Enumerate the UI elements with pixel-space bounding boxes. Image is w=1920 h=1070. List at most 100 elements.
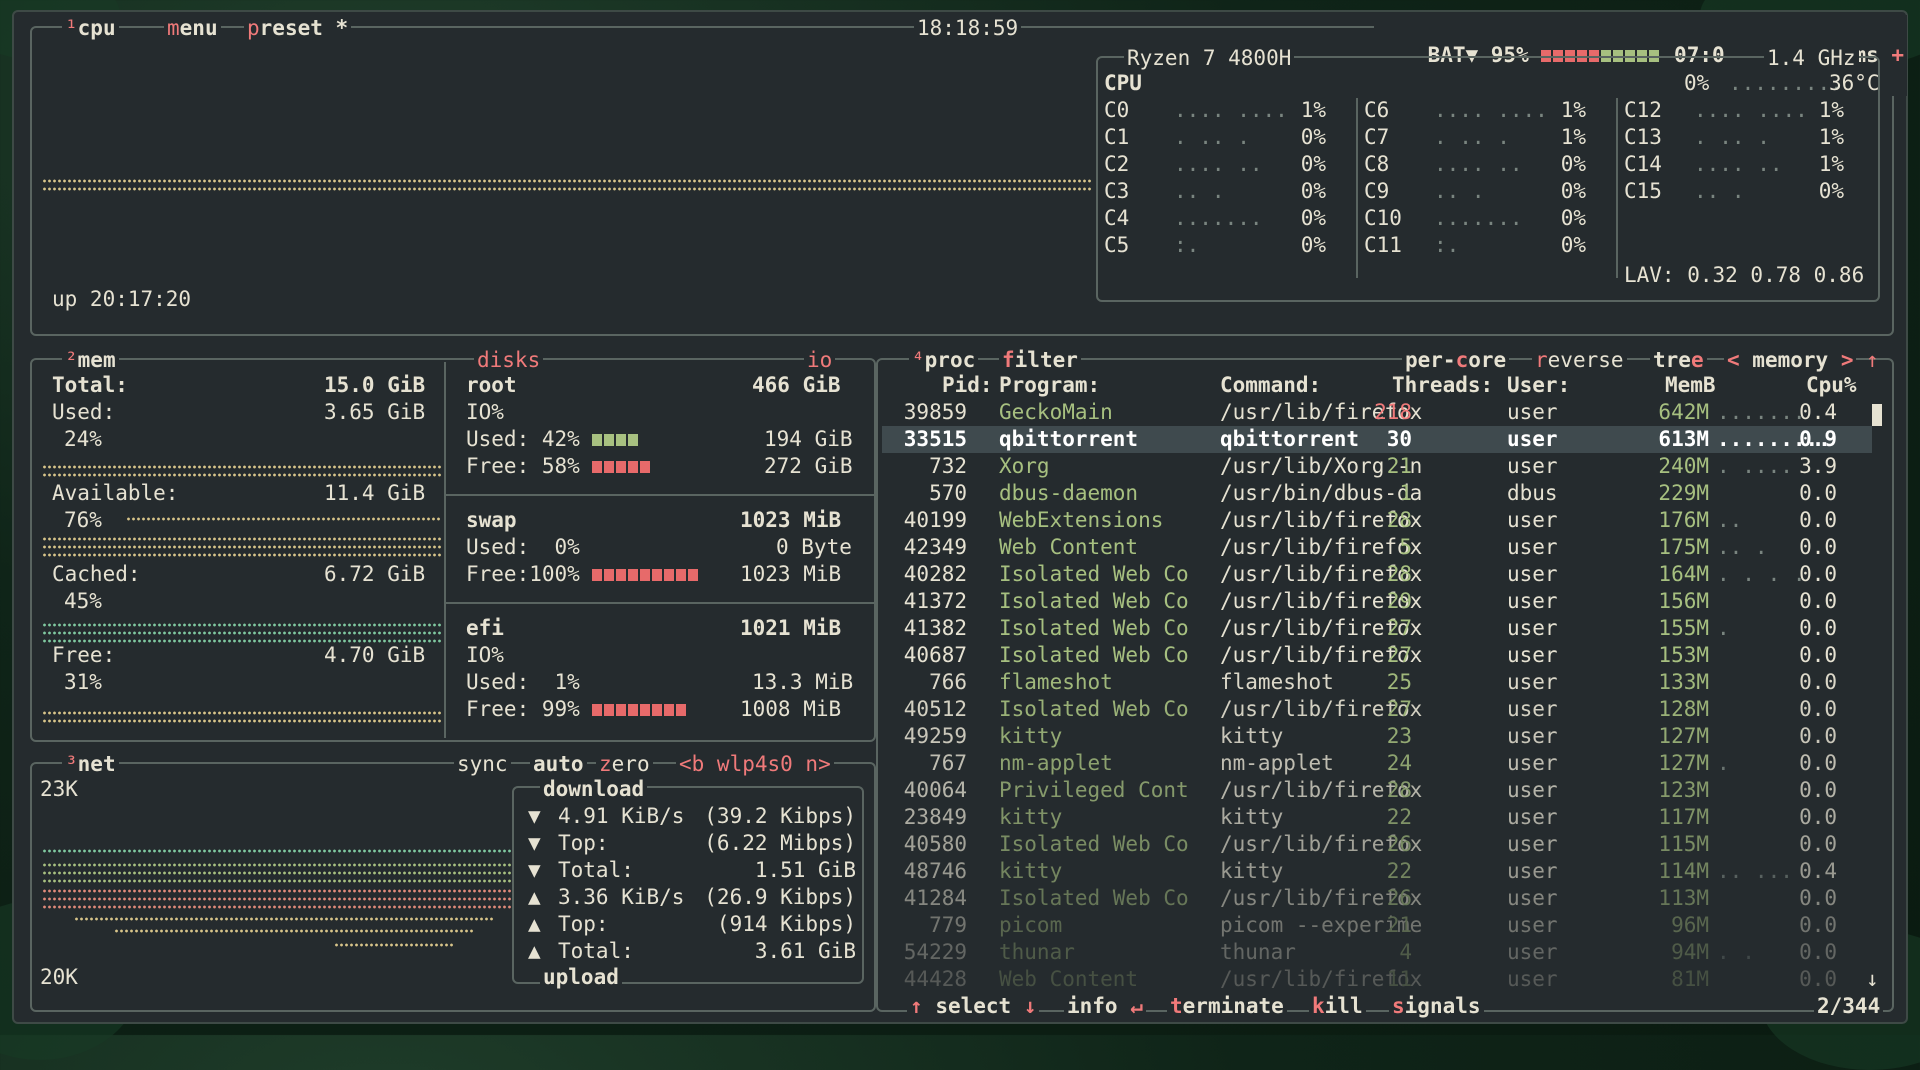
table-row[interactable]: 41284 Isolated Web Co/usr/lib/firefox 26 us… [882, 885, 1872, 912]
cell-mem: 155M [1658, 616, 1709, 640]
net-arrow: ▲ [528, 885, 541, 909]
table-row[interactable]: 40282 Isolated Web Co/usr/lib/firefox 28 us… [882, 561, 1872, 588]
core-c9-label: C9 [1364, 179, 1390, 203]
core-c5-label: C5 [1104, 233, 1130, 257]
table-row[interactable]: 40687 Isolated Web Co/usr/lib/firefox 27 us… [882, 642, 1872, 669]
cell-prog: Isolated Web Co [999, 832, 1189, 856]
per-core-toggle[interactable]: per-core [1402, 347, 1510, 374]
uptime: up 20:17:20 [52, 287, 192, 311]
cell-pid: 41382 [903, 616, 967, 640]
cell-mem: 153M [1658, 643, 1709, 667]
core-c10-label: C10 [1364, 206, 1402, 230]
cell-pid: 732 [929, 454, 967, 478]
table-row[interactable]: 39859 GeckoMain/usr/lib/firefox 218 user 642… [882, 399, 1872, 426]
table-row[interactable]: 767 nm-applet nm-applet 24 user 127M 0.0. [882, 750, 1872, 777]
cell-mem: 81M [1671, 967, 1709, 991]
cell-user: user [1507, 697, 1558, 721]
mem-total: 15.0 GiB [324, 373, 426, 397]
info-button[interactable]: info ↵ [1064, 993, 1146, 1020]
cell-thr: 11 [1386, 967, 1412, 991]
table-row[interactable]: 48746 kitty kitty 22 user 114M 0.4.. ... [882, 858, 1872, 885]
signals-button[interactable]: signals [1389, 993, 1484, 1020]
load-average: LAV: 0.32 0.78 0.86 [1624, 263, 1865, 287]
table-row[interactable]: 44428 Web Content/usr/lib/firefox 11 user 81… [882, 966, 1872, 993]
cell-mem: 642M [1658, 400, 1709, 424]
tree-toggle[interactable]: tree [1650, 347, 1707, 374]
core-c1-label: C1 [1104, 125, 1130, 149]
table-row[interactable]: 42349 Web Content/usr/lib/firefox 5 user 175… [882, 534, 1872, 561]
cell-thr: 218 [1374, 400, 1412, 424]
cell-user: user [1507, 454, 1558, 478]
mem-available: 11.4 GiB [324, 481, 426, 505]
filter-button[interactable]: filter [999, 347, 1081, 374]
kill-button[interactable]: kill [1309, 993, 1366, 1020]
core-c8-value: 0% [1560, 152, 1586, 176]
mem-cached-pct: 45% [64, 589, 102, 613]
cell-thr: 22 [1386, 859, 1412, 883]
cpu-tab[interactable]: ¹cpu [62, 15, 119, 42]
cell-cpu: 0.0 [1799, 724, 1837, 748]
rate-increase-button[interactable]: + [1891, 43, 1904, 67]
sort-selector[interactable]: < memory > [1724, 347, 1857, 374]
mem-avail-pct: 76% [64, 508, 102, 532]
table-row[interactable]: 54229 thunar thunar 4 user 94M 0.0. . [882, 939, 1872, 966]
cell-thr: 1 [1399, 481, 1412, 505]
cell-pid: 39859 [903, 400, 967, 424]
process-table: 39859 GeckoMain/usr/lib/firefox 218 user 642… [882, 399, 1872, 993]
cell-prog: GeckoMain [999, 400, 1113, 424]
table-row[interactable]: 732 Xorg/usr/lib/Xorg -n 21 user 240M 3.9. ..… [882, 453, 1872, 480]
cell-cpu: 0.0 [1799, 805, 1837, 829]
select-button[interactable]: ↑ select ↓ [907, 993, 1040, 1020]
table-row[interactable]: 33515 qbittorrent qbittorrent 30 user 613M 0.9… [882, 426, 1872, 453]
cell-pid: 23849 [903, 805, 967, 829]
cell-prog: thunar [999, 940, 1075, 964]
sync-toggle[interactable]: sync [454, 751, 511, 778]
io-toggle[interactable]: io [804, 347, 836, 374]
core-c15-label: C15 [1624, 179, 1662, 203]
cell-user: user [1507, 670, 1558, 694]
table-row[interactable]: 40199 WebExtensions/usr/lib/firefox 28 user… [882, 507, 1872, 534]
cell-user: user [1507, 616, 1558, 640]
preset-button[interactable]: preset * [244, 15, 352, 42]
terminate-button[interactable]: terminate [1167, 993, 1287, 1020]
table-row[interactable]: 23849 kitty kitty 22 user 117M 0.0 [882, 804, 1872, 831]
cell-thr: 24 [1386, 751, 1412, 775]
table-row[interactable]: 779 picom picom --experime 21 user 96M 0.0 [882, 912, 1872, 939]
cell-cmd: thunar [1220, 940, 1296, 964]
cell-prog: Isolated Web Co [999, 886, 1189, 910]
mem-used: 3.65 GiB [324, 400, 426, 424]
cell-cmd: /usr/bin/dbus-da [1220, 481, 1423, 505]
core-c9-value: 0% [1560, 179, 1586, 203]
core-c5-value: 0% [1300, 233, 1326, 257]
table-row[interactable]: 766 flameshot flameshot 25 user 133M 0.0 [882, 669, 1872, 696]
auto-toggle[interactable]: auto [530, 751, 587, 778]
cell-prog: flameshot [999, 670, 1113, 694]
table-row[interactable]: 49259 kitty kitty 23 user 127M 0.0 [882, 723, 1872, 750]
scroll-up-icon[interactable]: ↑ [1866, 347, 1879, 374]
core-c11-value: 0% [1560, 233, 1586, 257]
cell-prog: picom [999, 913, 1063, 937]
cell-prog: Isolated Web Co [999, 643, 1189, 667]
table-row[interactable]: 570 dbus-daemon/usr/bin/dbus-da 1 dbus 229M 0… [882, 480, 1872, 507]
reverse-toggle[interactable]: reverse [1532, 347, 1627, 374]
zero-toggle[interactable]: zero [596, 751, 653, 778]
scroll-down-icon[interactable]: ↓ [1866, 966, 1879, 993]
table-row[interactable]: 40580 Isolated Web Co/usr/lib/firefox 26 us… [882, 831, 1872, 858]
table-row[interactable]: 41372 Isolated Web Co/usr/lib/firefox 29 us… [882, 588, 1872, 615]
cell-user: user [1507, 751, 1558, 775]
cell-thr: 23 [1386, 724, 1412, 748]
mem-title: ²mem [62, 347, 119, 374]
scrollbar[interactable] [1872, 404, 1882, 426]
core-c15-value: 0% [1818, 179, 1844, 203]
table-row[interactable]: 41382 Isolated Web Co/usr/lib/firefox 27 us… [882, 615, 1872, 642]
cell-mem: 128M [1658, 697, 1709, 721]
table-row[interactable]: 40512 Isolated Web Co/usr/lib/firefox 27 us… [882, 696, 1872, 723]
cell-thr: 27 [1386, 643, 1412, 667]
table-row[interactable]: 40064 Privileged Cont/usr/lib/firefox 28 us… [882, 777, 1872, 804]
mem-free: 4.70 GiB [324, 643, 426, 667]
interface-selector[interactable]: <b wlp4s0 n> [676, 751, 834, 778]
menu-button[interactable]: menu [164, 15, 221, 42]
core-c12-value: 1% [1818, 98, 1844, 122]
cell-prog: Isolated Web Co [999, 562, 1189, 586]
cpu-graph [42, 178, 1092, 184]
